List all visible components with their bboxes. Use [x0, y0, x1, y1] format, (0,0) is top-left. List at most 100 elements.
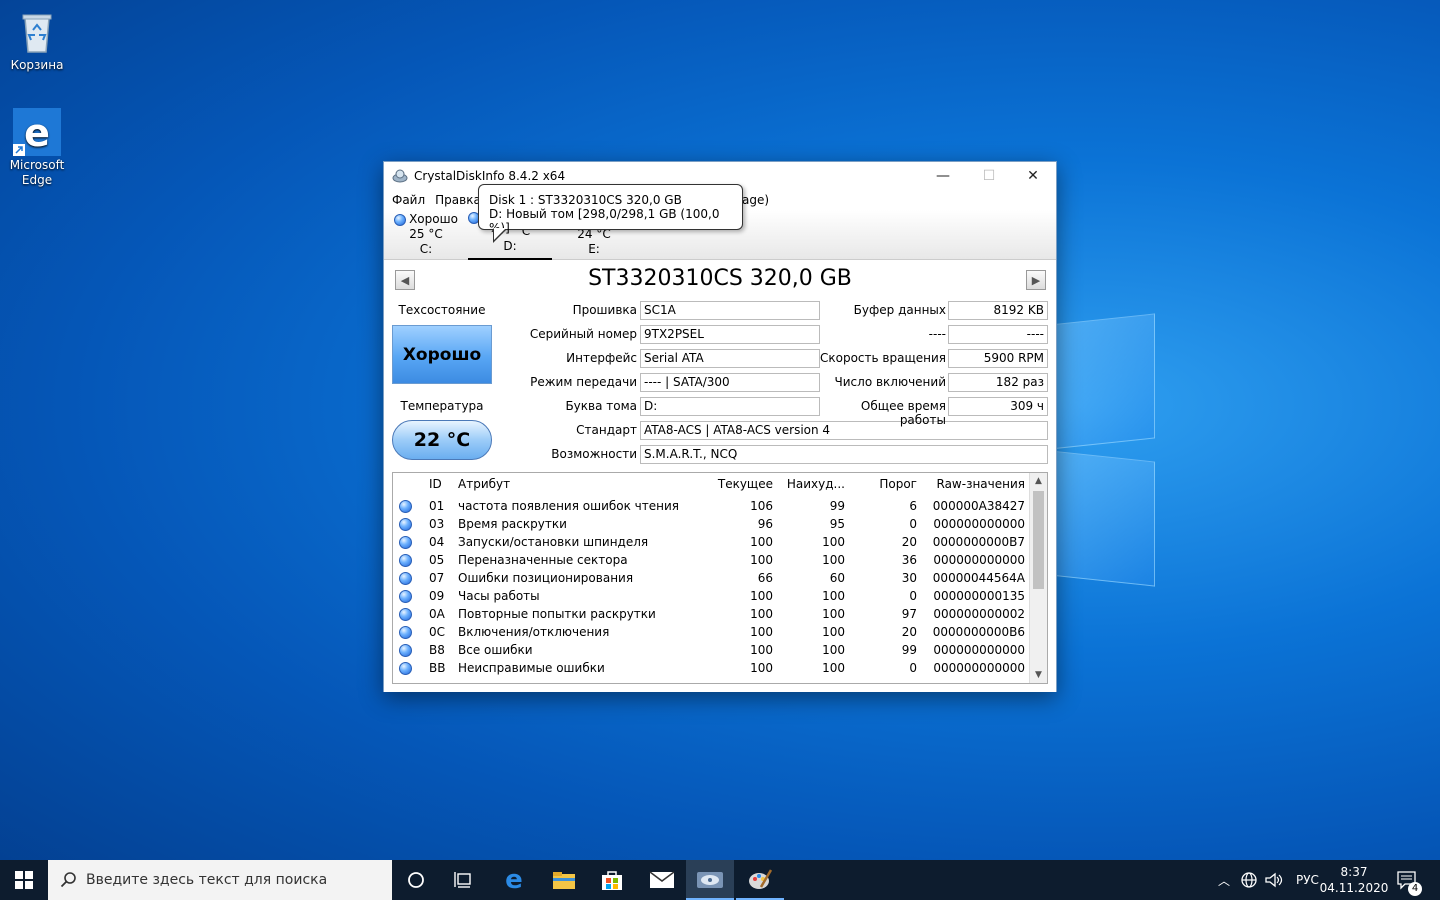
cell-current: 66: [757, 571, 773, 585]
col-header-attribute[interactable]: Атрибут: [458, 473, 510, 495]
chevron-up-icon[interactable]: ︿: [1214, 872, 1234, 889]
menu-language[interactable]: age): [738, 193, 775, 207]
cell-threshold: 97: [901, 607, 917, 621]
disk-info-panel: ◀ ST3320310CS 320,0 GB ▶ Техсостояние Хо…: [384, 260, 1056, 692]
buffer-field: 8192 KB: [948, 301, 1048, 320]
disk-tab-c[interactable]: Хорошо 25 °C C:: [384, 212, 468, 257]
firmware-label: Прошивка: [572, 303, 637, 317]
table-scrollbar[interactable]: ▲ ▼: [1029, 473, 1047, 683]
mail-icon: [649, 871, 675, 888]
cell-current: 100: [750, 553, 773, 567]
cell-attribute: Включения/отключения: [458, 625, 610, 639]
serial-field: 9TX2PSEL: [640, 325, 820, 344]
cell-threshold: 30: [901, 571, 917, 585]
table-row[interactable]: 0C Включения/отключения 100 100 20 0000000000…: [393, 623, 1029, 641]
table-row[interactable]: 03 Время раскрутки 96 95 0 000000000000: [393, 515, 1029, 533]
status-dot-icon: [399, 608, 412, 621]
input-language[interactable]: РУС: [1296, 873, 1319, 887]
cell-id: 07: [429, 571, 445, 585]
table-row[interactable]: 05 Переназначенные сектора 100 100 36 0000000…: [393, 551, 1029, 569]
cell-current: 100: [750, 625, 773, 639]
table-row[interactable]: B8 Все ошибки 100 100 99 000000000000: [393, 641, 1029, 659]
taskbar-crystaldiskinfo-button[interactable]: [686, 860, 734, 900]
edge-icon: e: [505, 865, 523, 895]
cell-attribute: Все ошибки: [458, 643, 533, 657]
cell-attribute: Неисправимые ошибки: [458, 661, 605, 675]
serial-label: Серийный номер: [529, 327, 637, 341]
scroll-down-icon[interactable]: ▼: [1030, 667, 1047, 683]
cell-raw: 000000000000: [933, 661, 1025, 675]
task-view-button[interactable]: [440, 860, 488, 900]
blank-label: ----: [928, 327, 946, 341]
table-row[interactable]: 09 Часы работы 100 100 0 000000000135: [393, 587, 1029, 605]
transfer-mode-field: ---- | SATA/300: [640, 373, 820, 392]
table-row[interactable]: 01 частота появления ошибок чтения 106 99 6 0…: [393, 497, 1029, 515]
col-header-current[interactable]: Текущее: [707, 473, 773, 495]
col-header-raw[interactable]: Raw-значения: [923, 473, 1026, 495]
standard-label: Стандарт: [576, 423, 637, 437]
cortana-button[interactable]: [392, 860, 440, 900]
cell-current: 106: [750, 499, 773, 513]
close-button[interactable]: ✕: [1010, 162, 1056, 190]
taskbar-store-button[interactable]: [588, 860, 636, 900]
table-row[interactable]: 0A Повторные попытки раскрутки 100 100 97 000…: [393, 605, 1029, 623]
col-header-threshold[interactable]: Порог: [851, 473, 917, 495]
action-center-button[interactable]: 4: [1396, 860, 1422, 900]
health-label: Техсостояние: [398, 303, 486, 317]
cell-raw: 000000000135: [933, 589, 1025, 603]
power-hours-field: 309 ч: [948, 397, 1048, 416]
windows-start-icon: [15, 871, 33, 889]
taskbar-search-box[interactable]: Введите здесь текст для поиска: [48, 860, 392, 900]
cell-attribute: Ошибки позиционирования: [458, 571, 634, 585]
start-button[interactable]: [0, 860, 48, 900]
desktop-icon-edge[interactable]: e Microsoft Edge: [2, 108, 72, 188]
power-count-label: Число включений: [834, 375, 946, 389]
smart-attributes-table[interactable]: ID Атрибут Текущее Наихуд... Порог Raw-з…: [392, 472, 1048, 684]
cell-worst: 100: [822, 661, 845, 675]
cell-threshold: 0: [909, 517, 917, 531]
cell-id: B8: [429, 643, 445, 657]
status-dot-icon: [399, 518, 412, 531]
taskbar-edge-button[interactable]: e: [490, 860, 538, 900]
cell-worst: 100: [822, 553, 845, 567]
cell-attribute: Время раскрутки: [458, 517, 567, 531]
col-header-id[interactable]: ID: [429, 473, 442, 495]
cell-current: 100: [750, 589, 773, 603]
crystaldiskinfo-window: CrystalDiskInfo 8.4.2 x64 — ☐ ✕ Файл Пра…: [383, 161, 1057, 692]
cell-id: 0A: [429, 607, 445, 621]
volume-icon[interactable]: [1264, 871, 1284, 889]
cell-worst: 60: [829, 571, 845, 585]
cell-threshold: 99: [901, 643, 917, 657]
taskbar-mail-button[interactable]: [638, 860, 686, 900]
maximize-button[interactable]: ☐: [966, 162, 1012, 190]
status-dot-icon: [399, 572, 412, 585]
temperature-button[interactable]: 22 °C: [392, 420, 492, 460]
table-row[interactable]: 04 Запуски/остановки шпинделя 100 100 20 0000…: [393, 533, 1029, 551]
task-view-icon: [454, 872, 471, 888]
clock-date: 04.11.2020: [1319, 881, 1389, 895]
search-placeholder: Введите здесь текст для поиска: [86, 872, 328, 888]
minimize-button[interactable]: —: [920, 162, 966, 190]
status-dot-icon: [399, 626, 412, 639]
desktop-icon-label: Корзина: [10, 58, 64, 72]
scroll-up-icon[interactable]: ▲: [1030, 473, 1047, 489]
clock[interactable]: 8:37 04.11.2020: [1319, 860, 1389, 900]
taskbar-paint-button[interactable]: [736, 860, 784, 900]
taskbar-explorer-button[interactable]: [540, 860, 588, 900]
health-status-button[interactable]: Хорошо: [392, 325, 492, 384]
cell-threshold: 36: [901, 553, 917, 567]
network-icon[interactable]: [1240, 871, 1258, 889]
desktop-icon-recycle-bin[interactable]: Корзина: [2, 8, 72, 73]
table-row[interactable]: 07 Ошибки позиционирования 66 60 30 000000445…: [393, 569, 1029, 587]
cell-id: 0C: [429, 625, 446, 639]
col-header-worst[interactable]: Наихуд...: [779, 473, 845, 495]
table-row[interactable]: BB Неисправимые ошибки 100 100 0 000000000000: [393, 659, 1029, 677]
store-icon: [602, 871, 622, 890]
interface-field: Serial ATA: [640, 349, 820, 368]
menu-file[interactable]: Файл: [388, 193, 431, 207]
scroll-thumb[interactable]: [1033, 491, 1044, 589]
cortana-icon: [408, 872, 424, 888]
cell-raw: 000000000002: [933, 607, 1025, 621]
next-disk-button[interactable]: ▶: [1026, 270, 1046, 290]
firmware-field: SC1A: [640, 301, 820, 320]
